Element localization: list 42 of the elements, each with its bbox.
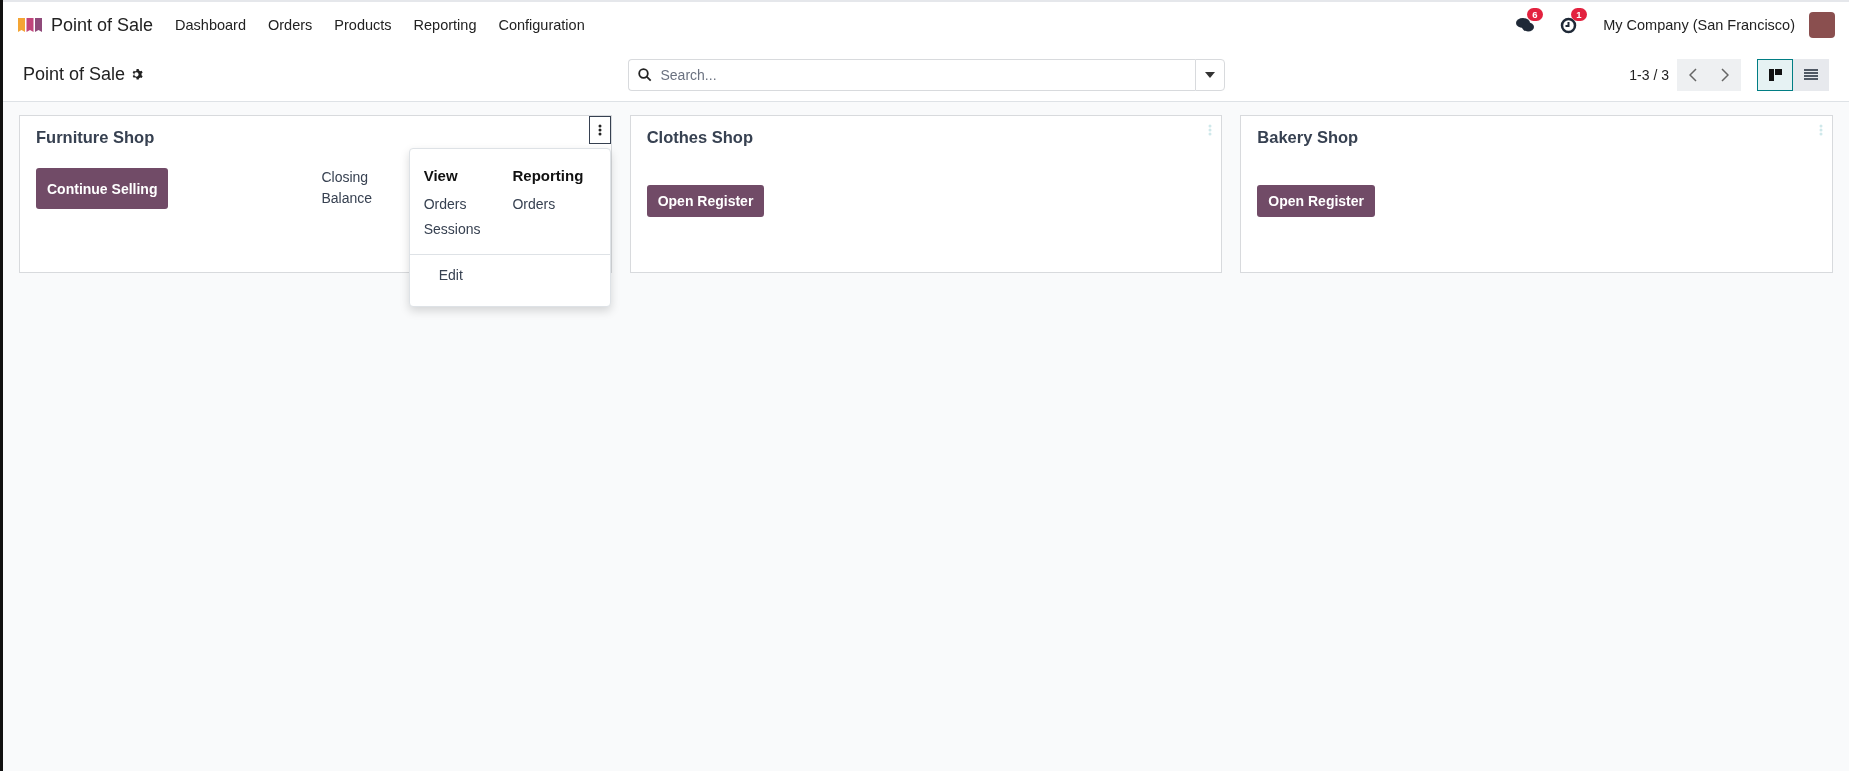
- card-menu-button[interactable]: [588, 116, 611, 144]
- awning-logo-icon: [17, 16, 43, 34]
- register-button[interactable]: Open Register: [646, 185, 765, 217]
- chevron-right-icon: [1721, 67, 1729, 82]
- company-name[interactable]: My Company (San Francisco): [1603, 17, 1795, 33]
- menu-section-title: View: [423, 167, 459, 184]
- menu-item[interactable]: Configuration: [498, 17, 585, 33]
- register-button[interactable]: Open Register: [1257, 185, 1376, 217]
- chat-icon[interactable]: [1516, 17, 1535, 33]
- caret-icon: [1204, 71, 1215, 78]
- clock-icon[interactable]: [1560, 16, 1578, 34]
- activity-count-badge: 1: [1571, 7, 1587, 21]
- dropdown-item[interactable]: Orders: [512, 196, 584, 212]
- menu-item[interactable]: Dashboard: [175, 17, 246, 33]
- menu-item[interactable]: Orders: [268, 17, 313, 33]
- register-button[interactable]: Continue Selling: [36, 168, 169, 209]
- app-name[interactable]: Point of Sale: [51, 14, 154, 36]
- chevron-left-icon: [1689, 67, 1697, 82]
- shop-name: Bakery Shop: [1257, 128, 1360, 147]
- kanban-icon: [1768, 68, 1782, 81]
- kebab-icon: [597, 124, 602, 136]
- dropdown-item[interactable]: Sessions: [423, 221, 481, 237]
- kanban-view-button[interactable]: [1757, 58, 1793, 91]
- shop-name: Furniture Shop: [36, 128, 156, 147]
- menu-item[interactable]: Products: [334, 17, 392, 33]
- menu-item[interactable]: Reporting: [413, 17, 477, 33]
- menu-section-title: Reporting: [512, 167, 584, 184]
- kebab-icon: [1819, 124, 1823, 136]
- list-icon: [1804, 69, 1818, 80]
- dropdown-item[interactable]: Edit: [438, 267, 610, 283]
- search-field[interactable]: Search...: [627, 58, 1195, 91]
- shop-name: Clothes Shop: [646, 128, 754, 147]
- message-count-badge: 6: [1527, 8, 1543, 21]
- search-options-toggle[interactable]: [1194, 58, 1225, 91]
- pager-value: 1-3 / 3: [1629, 66, 1669, 83]
- search-icon: [637, 67, 652, 82]
- balance-label: Closing Balance: [321, 168, 373, 208]
- gear-icon[interactable]: [131, 68, 145, 81]
- kebab-icon: [1208, 124, 1213, 136]
- dropdown-item[interactable]: Orders: [423, 196, 481, 212]
- list-view-button[interactable]: [1793, 58, 1829, 91]
- page-title: Point of Sale: [23, 64, 126, 85]
